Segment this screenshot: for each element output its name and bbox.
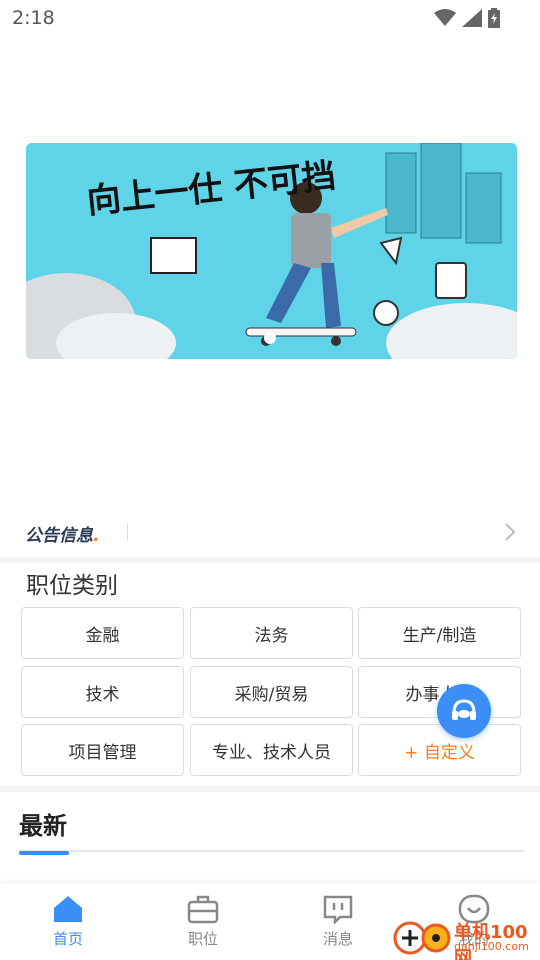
headset-icon <box>452 699 476 720</box>
wifi-icon <box>434 9 456 26</box>
signal-icon <box>462 9 482 27</box>
tab-messages[interactable]: 消息 <box>298 894 378 949</box>
category-procurement[interactable]: 采购/贸易 <box>190 666 353 718</box>
message-icon <box>323 895 353 924</box>
notice-separator <box>127 523 128 541</box>
promo-banner[interactable]: 向上一仕 不可挡 <box>26 143 517 359</box>
briefcase-icon <box>187 895 219 924</box>
watermark-domain: danji100.com <box>454 940 529 953</box>
home-icon <box>54 896 82 922</box>
notice-bar[interactable]: 公告信息. <box>0 514 540 552</box>
banner-pager-dot[interactable] <box>264 332 276 344</box>
tab-jobs[interactable]: 职位 <box>163 894 243 949</box>
latest-title[interactable]: 最新 <box>19 806 67 841</box>
tab-home-label: 首页 <box>52 930 83 948</box>
customer-service-button[interactable] <box>437 684 491 738</box>
status-time: 2:18 <box>12 7 55 29</box>
category-technical[interactable]: 技术 <box>21 666 184 718</box>
battery-icon <box>488 8 500 28</box>
status-bar: 2:18 <box>0 0 540 36</box>
notice-logo: 公告信息. <box>25 526 100 546</box>
custom-category-button[interactable]: + 自定义 <box>358 724 521 776</box>
section-divider <box>0 557 540 563</box>
watermark-logo-icon <box>393 921 451 955</box>
tab-jobs-label: 职位 <box>187 930 218 948</box>
latest-tab-indicator <box>19 851 69 855</box>
category-legal[interactable]: 法务 <box>190 607 353 659</box>
watermark-text: 单机100网 <box>454 922 528 960</box>
category-finance[interactable]: 金融 <box>21 607 184 659</box>
latest-tab-underline <box>19 850 524 852</box>
category-professional-technical[interactable]: 专业、技术人员 <box>190 724 353 776</box>
tab-home[interactable]: 首页 <box>28 894 108 949</box>
tab-messages-label: 消息 <box>322 930 353 948</box>
job-categories-title: 职位类别 <box>26 573 118 599</box>
section-divider-2 <box>0 786 540 792</box>
site-watermark: 单机100网 danji100.com <box>392 916 540 960</box>
status-icons <box>434 8 500 28</box>
category-project-management[interactable]: 项目管理 <box>21 724 184 776</box>
chevron-right-icon[interactable] <box>504 522 516 542</box>
category-manufacturing[interactable]: 生产/制造 <box>358 607 521 659</box>
